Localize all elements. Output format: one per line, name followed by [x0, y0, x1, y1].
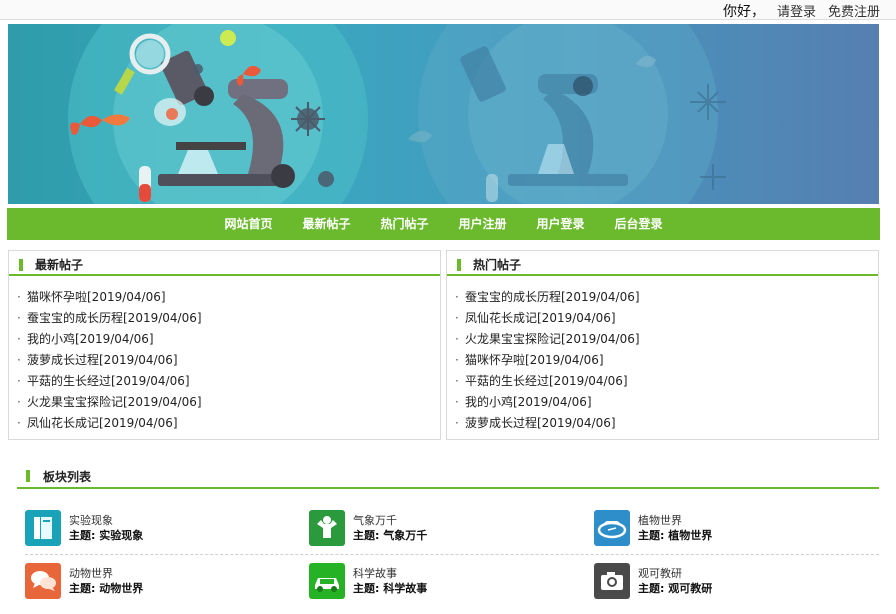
board-item-research[interactable]: 观可教研 主题: 观可教研 — [594, 563, 854, 605]
list-item[interactable]: 平菇的生长经过[2019/04/06] — [455, 371, 878, 392]
list-item[interactable]: 我的小鸡[2019/04/06] — [455, 392, 878, 413]
nav-item-login[interactable]: 用户登录 — [522, 208, 600, 240]
list-item[interactable]: 蚕宝宝的成长历程[2019/04/06] — [455, 287, 878, 308]
nav-list: 网站首页 最新帖子 热门帖子 用户注册 用户登录 后台登录 — [7, 208, 880, 240]
list-item[interactable]: 蚕宝宝的成长历程[2019/04/06] — [17, 308, 440, 329]
list-item[interactable]: 菠萝成长过程[2019/04/06] — [455, 413, 878, 434]
board-topic: 主题: 科学故事 — [353, 582, 428, 595]
board-item-weather[interactable]: 气象万千 主题: 气象万千 — [309, 510, 569, 552]
list-item[interactable]: 火龙果宝宝探险记[2019/04/06] — [455, 329, 878, 350]
list-item[interactable]: 火龙果宝宝探险记[2019/04/06] — [17, 392, 440, 413]
panel-header: 热门帖子 — [447, 251, 878, 276]
board-name: 科学故事 — [353, 567, 397, 580]
board-item-animals[interactable]: 动物世界 主题: 动物世界 — [25, 563, 285, 605]
strongman-icon — [309, 510, 345, 546]
board-name: 植物世界 — [638, 514, 682, 527]
hot-posts-panel: 热门帖子 蚕宝宝的成长历程[2019/04/06] 凤仙花长成记[2019/04… — [446, 250, 879, 440]
board-name: 观可教研 — [638, 567, 682, 580]
user-links: 你好， 请登录 免费注册 — [717, 1, 880, 21]
nav-item-latest[interactable]: 最新帖子 — [287, 208, 365, 240]
hot-posts-list: 蚕宝宝的成长历程[2019/04/06] 凤仙花长成记[2019/04/06] … — [447, 276, 878, 434]
board-item-science-stories[interactable]: 科学故事 主题: 科学故事 — [309, 563, 569, 605]
nav-item-home[interactable]: 网站首页 — [209, 208, 287, 240]
board-topic: 主题: 实验现象 — [69, 529, 144, 542]
panel-header: 最新帖子 — [9, 251, 440, 276]
hero-banner — [8, 24, 879, 204]
board-topic: 主题: 植物世界 — [638, 529, 713, 542]
login-link[interactable]: 请登录 — [777, 5, 816, 20]
latest-posts-title: 最新帖子 — [35, 258, 84, 272]
stadium-icon — [594, 510, 630, 546]
board-list-header: 板块列表 — [17, 464, 879, 489]
nav-item-admin-login[interactable]: 后台登录 — [600, 208, 678, 240]
header-accent-bar — [26, 470, 30, 482]
board-item-plants[interactable]: 植物世界 主题: 植物世界 — [594, 510, 854, 552]
board-name: 动物世界 — [69, 567, 113, 580]
board-topic: 主题: 观可教研 — [638, 582, 713, 595]
register-link[interactable]: 免费注册 — [828, 5, 880, 20]
science-banner-illustration — [68, 24, 726, 204]
board-name: 实验现象 — [69, 514, 113, 527]
board-item-experiments[interactable]: 实验现象 主题: 实验现象 — [25, 510, 285, 552]
greeting-text: 你好， — [722, 4, 765, 20]
list-item[interactable]: 我的小鸡[2019/04/06] — [17, 329, 440, 350]
latest-posts-panel: 最新帖子 猫咪怀孕啦[2019/04/06] 蚕宝宝的成长历程[2019/04/… — [8, 250, 441, 440]
main-nav: 网站首页 最新帖子 热门帖子 用户注册 用户登录 后台登录 — [7, 208, 880, 240]
board-list-title: 板块列表 — [43, 470, 92, 484]
list-item[interactable]: 凤仙花长成记[2019/04/06] — [17, 413, 440, 434]
nav-item-hot[interactable]: 热门帖子 — [365, 208, 443, 240]
camera-icon — [594, 563, 630, 599]
top-bar: 你好， 请登录 免费注册 — [0, 0, 896, 20]
hot-posts-title: 热门帖子 — [473, 258, 522, 272]
list-item[interactable]: 猫咪怀孕啦[2019/04/06] — [455, 350, 878, 371]
board-name: 气象万千 — [353, 514, 397, 527]
chat-bubbles-icon — [25, 563, 61, 599]
board-divider — [25, 554, 879, 555]
nav-item-register[interactable]: 用户注册 — [444, 208, 522, 240]
list-item[interactable]: 凤仙花长成记[2019/04/06] — [455, 308, 878, 329]
book-icon — [25, 510, 61, 546]
header-accent-bar — [19, 259, 23, 271]
list-item[interactable]: 菠萝成长过程[2019/04/06] — [17, 350, 440, 371]
list-item[interactable]: 平菇的生长经过[2019/04/06] — [17, 371, 440, 392]
header-accent-bar — [457, 259, 461, 271]
board-topic: 主题: 动物世界 — [69, 582, 144, 595]
latest-posts-list: 猫咪怀孕啦[2019/04/06] 蚕宝宝的成长历程[2019/04/06] 我… — [9, 276, 440, 434]
car-icon — [309, 563, 345, 599]
board-topic: 主题: 气象万千 — [353, 529, 428, 542]
list-item[interactable]: 猫咪怀孕啦[2019/04/06] — [17, 287, 440, 308]
